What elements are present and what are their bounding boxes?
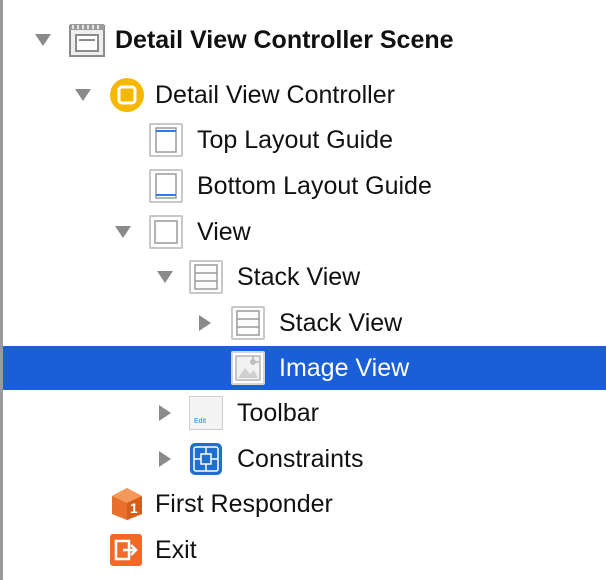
outline-row-stack-view[interactable]: Stack View — [3, 255, 606, 299]
constraints-icon — [189, 442, 223, 476]
outline-label: Image View — [279, 354, 410, 382]
outline-label: Bottom Layout Guide — [197, 172, 432, 200]
disclosure-expanded-icon[interactable] — [157, 271, 173, 283]
outline-label: Constraints — [237, 445, 364, 473]
view-icon — [149, 215, 183, 249]
scene-icon — [69, 23, 105, 57]
outline-row-constraints[interactable]: Constraints — [3, 437, 606, 481]
outline-row-view[interactable]: View — [3, 210, 606, 254]
outline-row-exit[interactable]: Exit — [3, 528, 606, 572]
outline-label: Detail View Controller Scene — [115, 26, 454, 54]
first-responder-icon: 1 — [109, 486, 145, 522]
disclosure-expanded-icon[interactable] — [75, 89, 91, 101]
toolbar-icon-text: Edit — [194, 418, 207, 425]
exit-icon — [109, 533, 143, 567]
toolbar-icon: Edit — [189, 396, 223, 430]
outline-row-image-view[interactable]: Image View — [3, 346, 606, 390]
outline-label: First Responder — [155, 490, 333, 518]
outline-label: Exit — [155, 536, 197, 564]
disclosure-expanded-icon[interactable] — [35, 34, 51, 46]
outline-row-toolbar[interactable]: Edit Toolbar — [3, 391, 606, 435]
disclosure-expanded-icon[interactable] — [115, 226, 131, 238]
outline-row-bottom-layout-guide[interactable]: Bottom Layout Guide — [3, 164, 606, 208]
outline-row-top-layout-guide[interactable]: Top Layout Guide — [3, 118, 606, 162]
outline-label: Top Layout Guide — [197, 126, 393, 154]
outline-row-scene[interactable]: Detail View Controller Scene — [3, 18, 606, 62]
bottom-layout-guide-icon — [149, 169, 183, 203]
outline-label: Toolbar — [237, 399, 319, 427]
outline-label: View — [197, 218, 251, 246]
outline-label: Stack View — [279, 309, 403, 337]
view-controller-icon — [109, 77, 145, 113]
document-outline-panel: Detail View Controller Scene Detail View… — [0, 0, 606, 580]
stack-view-icon — [189, 260, 223, 294]
disclosure-collapsed-icon[interactable] — [159, 405, 171, 421]
disclosure-collapsed-icon[interactable] — [199, 315, 211, 331]
outline-label: Stack View — [237, 263, 361, 291]
outline-row-stack-view[interactable]: Stack View — [3, 301, 606, 345]
image-view-icon — [231, 351, 265, 385]
outline-row-first-responder[interactable]: 1 First Responder — [3, 482, 606, 526]
outline-row-view-controller[interactable]: Detail View Controller — [3, 73, 606, 117]
stack-view-icon — [231, 306, 265, 340]
top-layout-guide-icon — [149, 123, 183, 157]
disclosure-collapsed-icon[interactable] — [159, 451, 171, 467]
first-responder-icon-text: 1 — [130, 500, 138, 516]
outline-label: Detail View Controller — [155, 81, 395, 109]
